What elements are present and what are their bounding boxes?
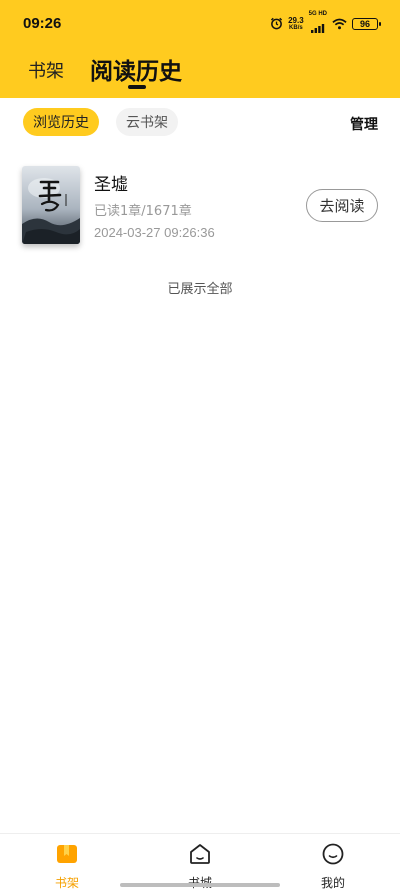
list-end-text: 已展示全部 <box>167 282 233 297</box>
bottom-nav: 书架 书城 我的 <box>0 833 400 889</box>
profile-icon <box>322 843 344 869</box>
book-cover[interactable] <box>22 166 80 244</box>
filter-browse-history[interactable]: 浏览历史 <box>23 108 99 136</box>
top-tabs: 书架 阅读历史 <box>0 52 400 98</box>
status-icons: 29.3 KB/s 5G HD 96 <box>270 11 381 37</box>
signal-icon <box>310 18 325 37</box>
nav-label: 书架 <box>54 876 79 889</box>
status-bar: 09:26 29.3 KB/s 5G HD 96 <box>0 0 400 48</box>
nav-label: 我的 <box>320 876 345 889</box>
header: 09:26 29.3 KB/s 5G HD 96 书架 阅读历史 <box>0 0 400 98</box>
battery-icon: 96 <box>352 18 381 30</box>
bookshelf-icon <box>56 843 78 869</box>
tab-reading-history[interactable]: 阅读历史 <box>90 52 182 86</box>
book-progress: 已读1章/1671章 <box>94 204 192 219</box>
nav-mine[interactable]: 我的 <box>293 843 373 889</box>
book-title: 圣墟 <box>94 175 128 195</box>
filter-cloud-shelf[interactable]: 云书架 <box>116 108 178 136</box>
battery-level: 96 <box>359 19 370 29</box>
filter-row: 浏览历史 云书架 管理 <box>0 106 400 140</box>
nav-bookshelf[interactable]: 书架 <box>27 843 107 889</box>
signal-label: 5G HD <box>308 11 327 17</box>
wifi-icon <box>332 15 347 34</box>
net-speed-value: 29.3 <box>288 15 304 25</box>
home-indicator[interactable] <box>120 883 280 887</box>
tab-active-indicator <box>128 85 146 89</box>
tab-bookshelf[interactable]: 书架 <box>28 57 64 83</box>
book-last-read-time: 2024-03-27 09:26:36 <box>94 225 215 240</box>
net-speed-unit: KB/s <box>289 24 303 31</box>
list-item[interactable]: 圣墟 已读1章/1671章 2024-03-27 09:26:36 去阅读 <box>0 160 400 252</box>
manage-button[interactable]: 管理 <box>350 114 378 134</box>
status-time: 09:26 <box>23 15 62 32</box>
net-speed: 29.3 KB/s <box>288 15 304 32</box>
store-icon <box>189 843 211 869</box>
go-read-button[interactable]: 去阅读 <box>306 189 378 222</box>
signal-group: 5G HD <box>309 11 327 37</box>
alarm-icon <box>270 15 283 34</box>
